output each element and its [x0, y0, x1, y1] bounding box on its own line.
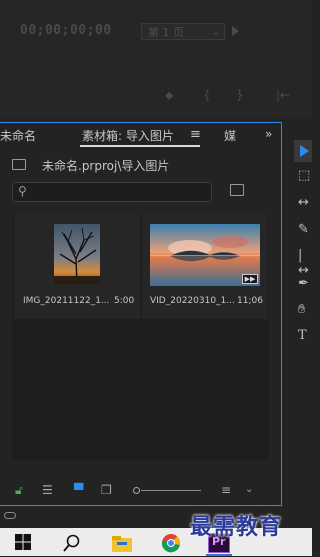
- mark-in-icon[interactable]: {: [203, 88, 211, 102]
- chrome-icon[interactable]: [161, 533, 181, 553]
- search-icon: ⚲: [18, 184, 27, 198]
- type-tool-icon[interactable]: T: [298, 328, 307, 343]
- zoom-slider-handle[interactable]: [133, 487, 140, 494]
- tab-media[interactable]: 媒: [224, 127, 236, 144]
- cloud-icon: [4, 512, 16, 519]
- page-select[interactable]: 第 1 页 ⌄: [141, 23, 225, 40]
- sort-icon[interactable]: ≡: [221, 483, 231, 497]
- folder-up-icon[interactable]: [12, 159, 26, 170]
- tools-panel: ⬚ ↔ ✎ |↔ ✒ ✋︎ T: [294, 140, 312, 350]
- double-chevron-right-icon[interactable]: »: [265, 127, 272, 141]
- source-monitor: 00;00;00;00 第 1 页 ⌄ ⬥ { } |←: [0, 0, 312, 118]
- item-name: VID_20220310_1...: [150, 296, 235, 306]
- list-view-icon[interactable]: ☰: [42, 483, 53, 497]
- chevron-down-icon: ⌄: [211, 27, 220, 38]
- marker-icon[interactable]: ⬥: [165, 88, 173, 103]
- file-explorer-icon[interactable]: [111, 533, 132, 553]
- media-grid: IMG_20211122_1... 5:00 ▶▶ VID_20220310_1…: [12, 214, 269, 460]
- go-to-in-icon[interactable]: |←: [276, 88, 290, 102]
- hand-tool-icon[interactable]: ✋︎: [298, 302, 305, 317]
- image-thumbnail: [54, 224, 100, 284]
- bin-path: 未命名.prproj\导入图片: [42, 159, 170, 173]
- lock-icon[interactable]: 🔓︎: [15, 483, 23, 498]
- tab-bin-import[interactable]: 素材箱: 导入图片: [82, 127, 174, 144]
- tab-untitled[interactable]: 未命名: [0, 127, 36, 144]
- media-item[interactable]: ▶▶ VID_20220310_1... 11;06: [142, 214, 268, 319]
- ripple-edit-icon[interactable]: ↔: [298, 195, 309, 210]
- search-icon[interactable]: [62, 533, 82, 553]
- item-duration: 11;06: [237, 296, 263, 306]
- new-search-bin-icon[interactable]: [230, 184, 244, 196]
- icon-view-icon[interactable]: ▀: [74, 483, 83, 497]
- zoom-slider-track[interactable]: [141, 490, 201, 491]
- search-input[interactable]: ⚲: [12, 182, 212, 202]
- freeform-view-icon[interactable]: ❐: [101, 483, 112, 497]
- timecode-display[interactable]: 00;00;00;00: [20, 23, 112, 38]
- panel-tab-bar: 未命名 素材箱: 导入图片 ≡ 媒 »: [0, 123, 281, 147]
- item-name: IMG_20211122_1...: [23, 296, 110, 306]
- page-select-value: 第 1 页: [148, 26, 184, 39]
- project-panel: 未命名 素材箱: 导入图片 ≡ 媒 » 未命名.prproj\导入图片 ⚲ IM…: [0, 122, 282, 506]
- panel-bottom-toolbar: 🔓︎ ☰ ▀ ❐ ≡ ⌄: [0, 479, 281, 501]
- mark-out-icon[interactable]: }: [236, 88, 244, 102]
- item-duration: 5:00: [114, 296, 135, 306]
- media-item[interactable]: IMG_20211122_1... 5:00: [14, 214, 140, 319]
- slip-tool-icon[interactable]: |↔: [298, 248, 312, 278]
- selection-tool-icon[interactable]: [300, 145, 309, 157]
- video-badge-icon: ▶▶: [242, 274, 258, 284]
- razor-icon[interactable]: ✎: [298, 222, 309, 237]
- track-select-icon[interactable]: ⬚: [298, 168, 310, 183]
- chevron-down-icon[interactable]: ⌄: [245, 484, 253, 495]
- tab-menu-icon[interactable]: ≡: [190, 127, 201, 142]
- active-tab-indicator: [80, 145, 200, 147]
- windows-start-icon[interactable]: [14, 533, 34, 553]
- video-thumbnail: ▶▶: [150, 224, 260, 286]
- play-icon[interactable]: [232, 26, 239, 36]
- watermark-text: 最需教育: [190, 514, 283, 540]
- pen-tool-icon[interactable]: ✒: [298, 276, 309, 291]
